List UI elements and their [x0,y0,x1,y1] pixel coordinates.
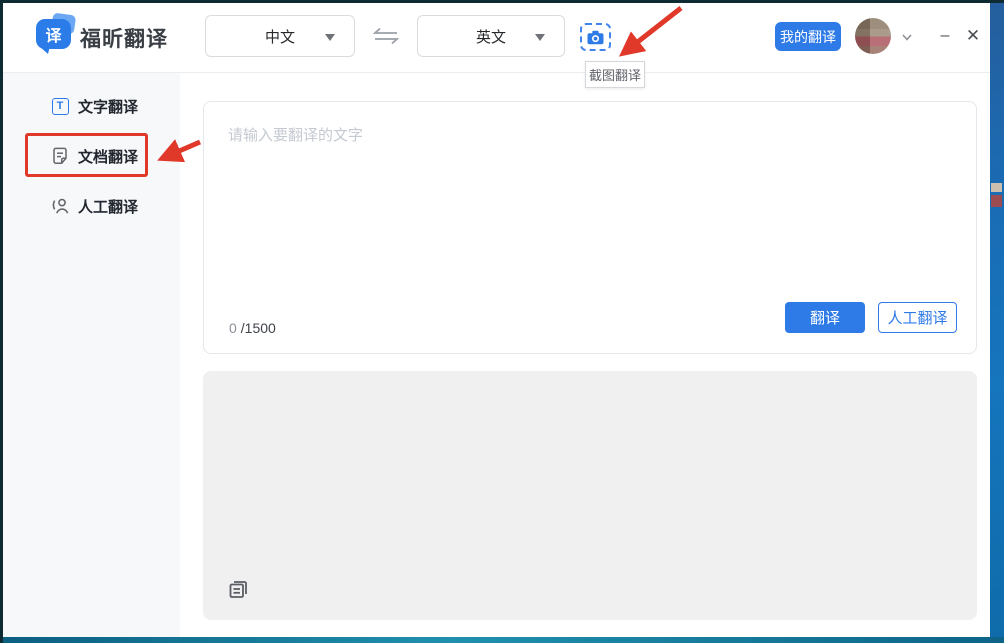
screenshot-translate-button[interactable] [580,23,611,51]
char-limit: /1500 [241,320,276,336]
app-logo: 译 [36,19,71,49]
sidebar-item-label: 人工翻译 [78,196,138,217]
sidebar-item-label: 文字翻译 [78,96,138,117]
desktop-icon-fragment [991,183,1002,192]
sidebar-item-human-translate[interactable]: 人工翻译 [3,189,180,223]
human-translate-button[interactable]: 人工翻译 [878,302,957,333]
desktop-icon-fragment [991,195,1002,207]
my-translations-button[interactable]: 我的翻译 [775,22,841,51]
app-window: 译 福昕翻译 中文 英文 截图翻译 我的翻译 – ✕ [0,0,1004,643]
char-count: 0 [229,320,237,336]
desktop-edge-bottom [0,637,1004,643]
close-button[interactable]: ✕ [961,24,985,48]
target-language-select[interactable]: 英文 [417,15,565,57]
chevron-down-icon [535,34,545,41]
sidebar-item-text-translate[interactable]: T 文字翻译 [3,89,180,123]
human-translate-icon [50,196,70,216]
translate-button[interactable]: 翻译 [785,302,865,333]
swap-arrows-icon [371,27,401,45]
app-title: 福昕翻译 [80,23,168,53]
translation-input-panel: 0/1500 翻译 人工翻译 [203,101,977,354]
translation-input[interactable] [228,124,788,304]
screenshot-translate-tooltip: 截图翻译 [585,61,645,88]
copy-result-button[interactable] [225,576,251,602]
character-counter: 0/1500 [229,320,276,336]
logo-glyph: 译 [45,22,61,46]
swap-languages-button[interactable] [371,27,401,45]
desktop-edge-right [990,0,1004,643]
chevron-down-icon [900,32,914,42]
target-language-value: 英文 [476,26,506,47]
source-language-select[interactable]: 中文 [205,15,355,57]
sidebar-item-document-translate[interactable]: 文档翻译 [3,139,180,173]
minimize-button[interactable]: – [933,24,957,48]
chevron-down-icon [325,34,335,41]
sidebar-item-label: 文档翻译 [78,146,138,167]
account-menu-chevron[interactable] [900,29,914,39]
text-translate-icon: T [50,96,70,116]
translation-output-panel [203,371,977,620]
camera-icon [587,30,604,45]
user-avatar[interactable] [855,18,891,54]
document-translate-icon [50,146,70,166]
source-language-value: 中文 [265,26,295,47]
copy-icon [227,578,250,601]
header-divider [3,72,990,73]
